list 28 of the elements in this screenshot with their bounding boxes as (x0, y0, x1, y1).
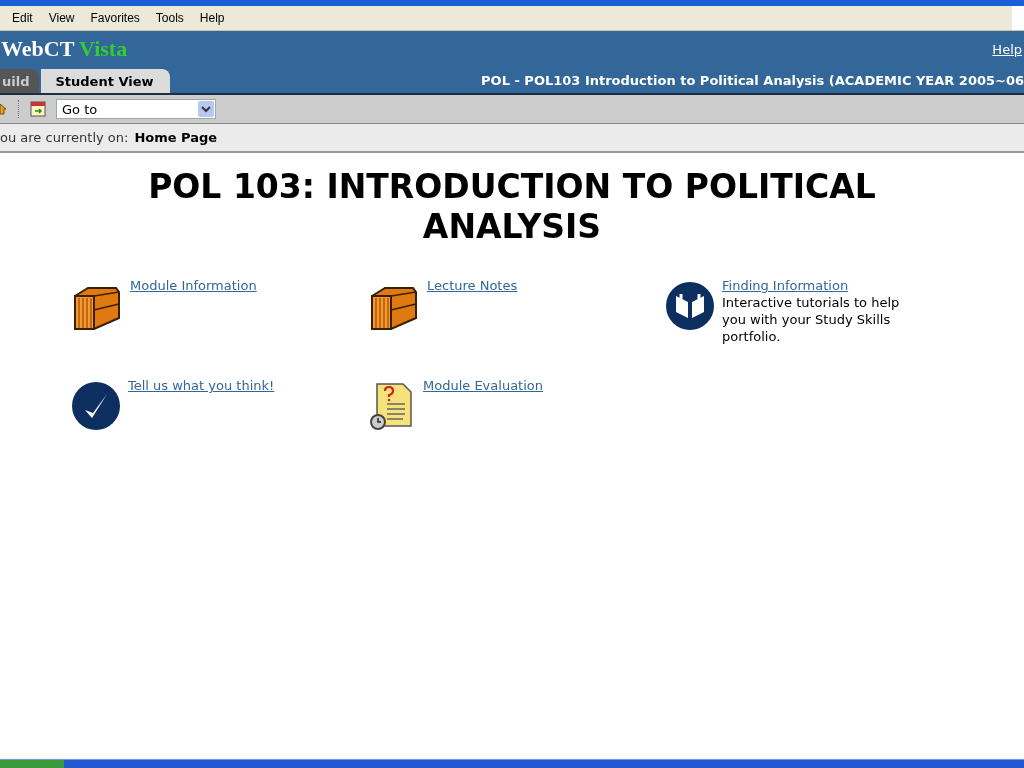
content-link[interactable]: Finding Information (722, 278, 849, 293)
calendar-icon[interactable] (30, 101, 46, 117)
caret-icon (198, 101, 214, 117)
book-icon (666, 282, 714, 330)
content-link[interactable]: Lecture Notes (427, 278, 518, 293)
breadcrumb-label: ou are currently on: (0, 130, 129, 145)
goto-dropdown[interactable]: Go to (56, 99, 216, 119)
content-link[interactable]: Module Information (130, 278, 257, 293)
course-title: POL - POL103 Introduction to Political Analysis (ACADEMIC YEAR 2005~06 (481, 73, 1024, 90)
page-heading: POL 103: INTRODUCTION TO POLITICAL ANALYSIS (147, 167, 877, 247)
start-button[interactable] (0, 760, 64, 768)
content-link[interactable]: Tell us what you think! (128, 378, 275, 393)
link-description: Interactive tutorials to help you with your Study Skills portfolio. (722, 294, 901, 345)
throbber-box (1012, 6, 1024, 30)
checkmark-icon (72, 382, 120, 430)
survey-document-icon (369, 382, 415, 432)
content-link[interactable]: Module Evaluation (423, 378, 543, 393)
logo: WebCT Vista (1, 36, 128, 62)
menu-item[interactable]: Edit (0, 11, 41, 25)
home-icon[interactable] (0, 102, 8, 116)
tab[interactable]: uild (0, 69, 40, 93)
menu-item[interactable]: View (40, 11, 83, 25)
breadcrumb-current: Home Page (134, 130, 218, 145)
menu-item[interactable]: Tools (147, 11, 192, 25)
help-link[interactable]: Help (992, 41, 1022, 57)
menu-item[interactable]: Help (191, 11, 233, 25)
menu-item[interactable]: Favorites (82, 11, 148, 25)
tab[interactable]: Student View (41, 69, 170, 93)
